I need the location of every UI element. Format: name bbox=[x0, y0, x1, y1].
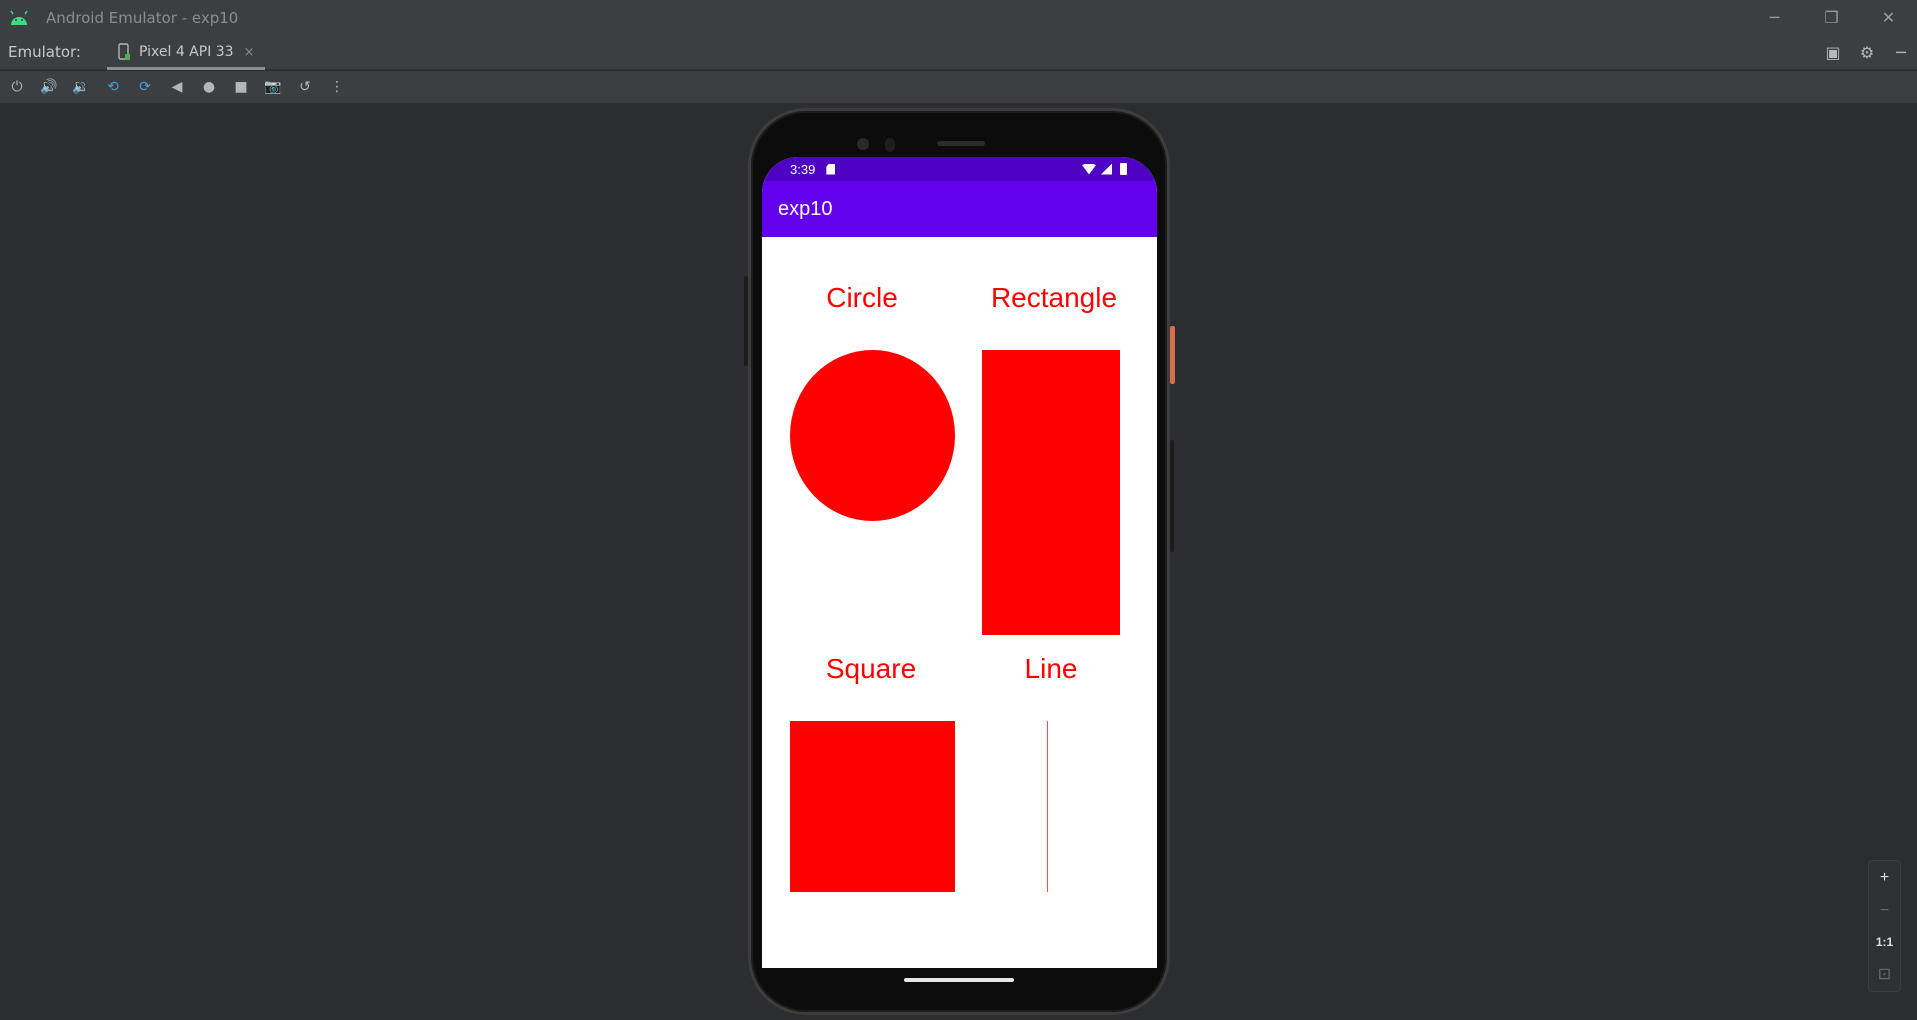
power-icon[interactable]: ⏻ bbox=[6, 76, 28, 98]
line-label: Line bbox=[1024, 653, 1078, 684]
zoom-out-button[interactable]: − bbox=[1880, 902, 1889, 920]
tabrow-actions: ▣ ⚙ ─ bbox=[1823, 35, 1911, 70]
power-side-button[interactable] bbox=[1170, 326, 1175, 384]
status-time: 3:39 bbox=[790, 161, 816, 177]
circle-shape bbox=[790, 350, 955, 521]
hide-panel-icon[interactable]: ─ bbox=[1891, 43, 1911, 63]
zoom-1-to-1-button[interactable]: 1:1 bbox=[1876, 935, 1893, 949]
close-button[interactable]: ✕ bbox=[1860, 0, 1917, 35]
android-status-bar: 3:39 bbox=[762, 157, 1157, 181]
settings-gear-icon[interactable]: ⚙ bbox=[1857, 43, 1877, 63]
layout-toggle-icon[interactable]: ▣ bbox=[1823, 43, 1843, 63]
volume-side-button[interactable] bbox=[1170, 440, 1174, 552]
status-icons bbox=[1082, 163, 1127, 175]
sd-card-icon bbox=[826, 163, 836, 175]
back-icon[interactable]: ◀ bbox=[166, 76, 188, 98]
square-label: Square bbox=[825, 653, 917, 684]
minimize-button[interactable]: ─ bbox=[1746, 0, 1803, 35]
tab-label: Pixel 4 API 33 bbox=[138, 44, 234, 60]
android-icon bbox=[10, 10, 28, 25]
home-icon[interactable]: ● bbox=[198, 76, 220, 98]
battery-icon bbox=[1120, 163, 1127, 175]
emulator-toolbar: ⏻ 🔊 🔉 ⟲ ⟳ ◀ ● ■ 📷 ↺ ⋮ bbox=[0, 71, 1917, 104]
app-title: exp10 bbox=[778, 197, 833, 220]
rotate-left-icon[interactable]: ⟲ bbox=[102, 76, 124, 98]
restore-button[interactable]: ❐ bbox=[1803, 0, 1860, 35]
front-camera bbox=[857, 138, 869, 150]
window-controls: ─ ❐ ✕ bbox=[1746, 0, 1917, 35]
circle-label: Circle bbox=[826, 282, 898, 313]
device-screen[interactable]: 3:39 exp10 Circle Rectangle Square Line bbox=[762, 157, 1157, 968]
zoom-in-button[interactable]: + bbox=[1880, 869, 1889, 887]
phone-sensor bbox=[885, 138, 895, 152]
cell-signal-icon bbox=[1101, 163, 1112, 175]
minimize-icon: ─ bbox=[1769, 8, 1780, 27]
restore-icon: ❐ bbox=[1824, 8, 1839, 27]
tab-close-icon[interactable]: × bbox=[244, 45, 255, 60]
volume-up-icon[interactable]: 🔊 bbox=[38, 76, 60, 98]
screenshot-camera-icon[interactable]: 📷 bbox=[262, 76, 284, 98]
more-options-icon[interactable]: ⋮ bbox=[326, 76, 348, 98]
volume-down-icon[interactable]: 🔉 bbox=[70, 76, 92, 98]
zoom-fit-icon[interactable]: ⊡ bbox=[1878, 964, 1891, 984]
rotate-right-icon[interactable]: ⟳ bbox=[134, 76, 156, 98]
gesture-home-handle[interactable] bbox=[904, 978, 1014, 982]
window-titlebar: Android Emulator - exp10 ─ ❐ ✕ bbox=[0, 0, 1917, 35]
shapes-canvas: Circle Rectangle Square Line bbox=[762, 237, 1157, 968]
rectangle-label: Rectangle bbox=[990, 282, 1118, 313]
square-shape bbox=[790, 721, 955, 892]
zoom-controls: + − 1:1 ⊡ bbox=[1868, 860, 1901, 992]
rectangle-shape bbox=[982, 350, 1120, 635]
emulator-label: Emulator: bbox=[8, 43, 81, 61]
wifi-icon bbox=[1082, 163, 1096, 175]
tab-pixel-4-api-33[interactable]: Pixel 4 API 33 × bbox=[103, 35, 269, 70]
app-bar: exp10 bbox=[762, 181, 1157, 237]
earpiece-speaker bbox=[937, 141, 985, 146]
window-title: Android Emulator - exp10 bbox=[46, 8, 239, 27]
emulator-tab-row: Emulator: Pixel 4 API 33 × ▣ ⚙ ─ bbox=[0, 35, 1917, 70]
close-icon: ✕ bbox=[1881, 8, 1896, 27]
overview-icon[interactable]: ■ bbox=[230, 76, 252, 98]
snapshot-restore-icon[interactable]: ↺ bbox=[294, 76, 316, 98]
device-icon bbox=[118, 43, 130, 60]
line-shape bbox=[1047, 721, 1048, 892]
